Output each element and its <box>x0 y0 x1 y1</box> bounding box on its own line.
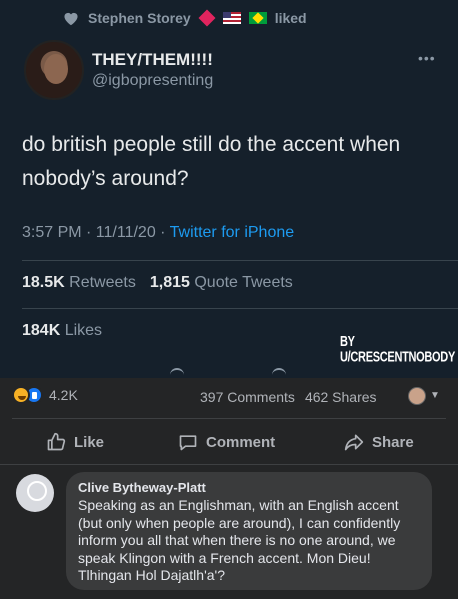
comment-text: Speaking as an Englishman, with an Engli… <box>78 497 401 583</box>
tweet-text: do british people still do the accent wh… <box>22 133 401 190</box>
shares-count[interactable]: 462 Shares <box>305 389 377 405</box>
quotes-count: 1,815 <box>149 274 190 291</box>
share-button-label: Share <box>372 433 414 451</box>
watermark: BY U/CRESCENTNOBODY <box>340 334 455 366</box>
retweets-label: Retweets <box>69 274 136 291</box>
share-button[interactable]: Share <box>344 432 414 452</box>
reactions-summary[interactable]: 4.2K <box>12 386 78 404</box>
retweets-count: 18.5K <box>22 274 65 291</box>
like-icon[interactable] <box>272 368 286 376</box>
comment-bubble: Clive Bytheway-Platt Speaking as an Engl… <box>66 472 432 590</box>
ellipsis-icon[interactable]: ••• <box>418 50 436 66</box>
retweet-icon[interactable] <box>170 368 184 376</box>
quotes-stat[interactable]: 1,815 Quote Tweets <box>150 274 293 292</box>
display-name[interactable]: THEY/THEM!!!! <box>92 50 213 70</box>
divider <box>12 418 446 419</box>
like-button-label: Like <box>74 433 105 451</box>
caret-down-icon[interactable]: ▼ <box>430 390 440 401</box>
comments-count[interactable]: 397 Comments <box>200 389 295 405</box>
avatar[interactable] <box>24 40 84 100</box>
liked-by-name[interactable]: Stephen Storey <box>88 10 191 26</box>
viewer-avatar[interactable] <box>408 387 426 405</box>
tweet-card: Stephen Storey liked THEY/THEM!!!! @igbo… <box>0 0 458 378</box>
liked-label: liked <box>274 10 307 26</box>
brazil-flag-icon <box>248 12 267 24</box>
thumbs-up-icon <box>47 432 66 451</box>
tweet-stats: 18.5K Retweets 1,815 Quote Tweets <box>22 274 293 292</box>
retweets-stat[interactable]: 18.5K Retweets <box>22 274 136 292</box>
comment-button-label: Comment <box>206 433 276 451</box>
share-arrow-icon <box>344 434 364 451</box>
commenter-avatar[interactable] <box>16 474 54 512</box>
quotes-label: Quote Tweets <box>194 274 293 291</box>
facebook-post-footer: 4.2K 397 Comments 462 Shares ▼ Like Comm… <box>0 378 458 599</box>
tweet-action-bar <box>0 366 458 378</box>
red-diamond-icon <box>198 9 216 27</box>
engagement-counts: 397 Comments 462 Shares <box>200 389 377 405</box>
liked-by-row: Stephen Storey liked <box>62 9 307 27</box>
likes-count: 184K <box>22 322 61 339</box>
tweet-meta: 3:57 PM · 11/11/20 · Twitter for iPhone <box>22 224 294 242</box>
like-button[interactable]: Like <box>46 432 104 452</box>
tweet-source[interactable]: Twitter for iPhone <box>170 224 295 241</box>
avatar-face <box>44 54 68 84</box>
likes-stat[interactable]: 184K Likes <box>22 322 102 340</box>
comment-bubble-icon <box>179 435 197 451</box>
divider <box>22 260 458 261</box>
reactions-count: 4.2K <box>49 387 78 403</box>
haha-reaction-icon <box>12 386 30 404</box>
user-handle[interactable]: @igbopresenting <box>92 72 213 90</box>
tweet-timestamp[interactable]: 3:57 PM · 11/11/20 · <box>22 224 165 241</box>
comment-button[interactable]: Comment <box>178 432 275 452</box>
heart-icon <box>64 12 78 26</box>
us-flag-icon <box>222 12 241 24</box>
divider <box>22 308 458 309</box>
likes-label: Likes <box>64 322 103 339</box>
comment-author[interactable]: Clive Bytheway-Platt <box>78 480 420 495</box>
divider <box>0 464 458 465</box>
